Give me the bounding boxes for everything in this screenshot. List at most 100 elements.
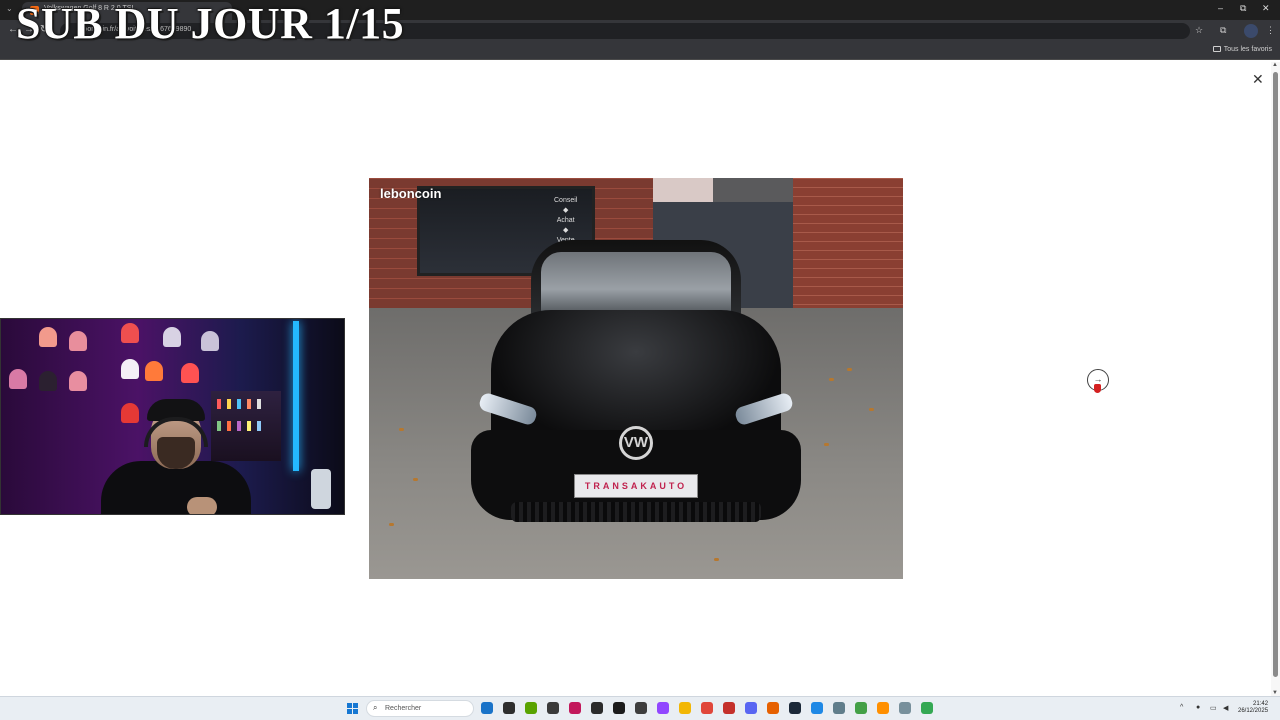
obs-icon[interactable]	[635, 702, 647, 714]
shelf-item	[227, 421, 231, 431]
folder-icon	[1212, 46, 1221, 53]
app-icon[interactable]	[855, 702, 867, 714]
cap	[121, 403, 139, 423]
cap	[39, 327, 57, 347]
chrome-icon[interactable]	[701, 702, 713, 714]
neon-light	[293, 321, 299, 471]
system-clock[interactable]: 21:42 26/12/2025	[1238, 701, 1268, 715]
cap	[121, 359, 139, 379]
windows-taskbar: ⌕ Rechercher ^ ● ▭ ◀ 21:42 26/12/2025	[0, 696, 1280, 720]
browser-menu-icon[interactable]: ⋮	[1266, 25, 1275, 36]
firefox-icon[interactable]	[767, 702, 779, 714]
shop-sign-line: Conseil	[554, 197, 578, 204]
leaf	[824, 443, 829, 446]
app-icon[interactable]	[811, 702, 823, 714]
cap	[145, 361, 163, 381]
app-icon[interactable]	[613, 702, 625, 714]
shelf-item	[237, 399, 241, 409]
affinity-icon[interactable]	[569, 702, 581, 714]
shop-sign: Conseil ◆ Achat ◆ Vente	[554, 196, 577, 246]
leaf	[389, 523, 394, 526]
search-icon: ⌕	[373, 703, 378, 712]
car-grille	[511, 502, 761, 522]
taskbar-search-placeholder: Rechercher	[385, 705, 422, 712]
shop-sign-line: Achat	[556, 217, 575, 224]
cap	[121, 323, 139, 343]
nvidia-icon[interactable]	[525, 702, 537, 714]
leaf	[413, 478, 418, 481]
scroll-thumb[interactable]	[1273, 72, 1278, 677]
scroll-up-icon[interactable]: ▲	[1272, 62, 1278, 68]
shelf-item	[237, 421, 241, 431]
discord-icon[interactable]	[745, 702, 757, 714]
dashboard-icon[interactable]	[591, 702, 603, 714]
shelf-item	[217, 399, 221, 409]
app-icon[interactable]	[877, 702, 889, 714]
tray-chevron-icon[interactable]: ^	[1180, 704, 1183, 711]
screen: ⌄ Volkswagen Golf 8 R 2.0 TSI – ⧉ ✕ ← → …	[0, 0, 1280, 720]
window-close-icon[interactable]: ✕	[1262, 3, 1270, 14]
twitch-icon[interactable]	[657, 702, 669, 714]
cap	[163, 327, 181, 347]
car: VW TRANSAKAUTO	[471, 240, 801, 540]
network-icon[interactable]: ▭	[1210, 704, 1217, 712]
steam-icon[interactable]	[789, 702, 801, 714]
shelf-item	[247, 399, 251, 409]
page-scrollbar[interactable]: ▲ ▼	[1271, 62, 1280, 696]
car-windshield	[541, 252, 731, 314]
minimize-icon[interactable]: –	[1218, 3, 1223, 13]
file-explorer-icon[interactable]	[481, 702, 493, 714]
app-icon[interactable]	[833, 702, 845, 714]
leaf	[829, 378, 834, 381]
plate-text: TRANSAKAUTO	[584, 481, 688, 491]
mouse-cursor-icon	[1094, 384, 1101, 393]
profile-avatar[interactable]	[1244, 24, 1258, 38]
stream-overlay-title: SUB DU JOUR 1/15	[16, 0, 405, 48]
app-icon[interactable]	[899, 702, 911, 714]
chrome-active-icon[interactable]	[921, 702, 933, 714]
bottle	[311, 469, 331, 509]
taskbar-search[interactable]: ⌕ Rechercher	[366, 700, 474, 717]
viewer-close-button[interactable]: ✕	[1252, 71, 1264, 88]
shelf-item	[247, 421, 251, 431]
photo-watermark: leboncoin	[380, 186, 442, 201]
all-bookmarks-button[interactable]: Tous les favoris	[1212, 46, 1272, 53]
shop-sign-line: ◆	[562, 207, 569, 214]
app-icon[interactable]	[723, 702, 735, 714]
cap	[201, 331, 219, 351]
start-button-icon[interactable]	[347, 703, 358, 714]
streamer-body	[101, 461, 251, 514]
cap	[39, 371, 57, 391]
clock-date: 26/12/2025	[1238, 708, 1269, 714]
microphone-icon[interactable]: ●	[1196, 704, 1200, 711]
volume-icon[interactable]: ◀	[1223, 704, 1228, 712]
license-plate: TRANSAKAUTO	[574, 474, 698, 498]
all-bookmarks-label: Tous les favoris	[1223, 46, 1272, 53]
extensions-icon[interactable]: ⧉	[1220, 25, 1226, 36]
collection-shelf	[211, 391, 281, 461]
cap	[69, 331, 87, 351]
shelf-item	[257, 421, 261, 431]
shelf-item	[257, 399, 261, 409]
clock-time: 21:42	[1253, 701, 1269, 707]
brick-wall-right	[793, 178, 903, 313]
leaf	[847, 368, 852, 371]
leaf	[399, 428, 404, 431]
settings-app-icon[interactable]	[503, 702, 515, 714]
streamer-hand	[187, 497, 217, 514]
cap	[181, 363, 199, 383]
vw-logo-icon: VW	[619, 426, 653, 460]
restore-icon[interactable]: ⧉	[1240, 3, 1246, 14]
listing-photo: Conseil ◆ Achat ◆ Vente VW TRANSAKAUTO	[369, 178, 903, 579]
app-icon[interactable]	[547, 702, 559, 714]
shelf-item	[217, 421, 221, 431]
sky	[653, 178, 713, 202]
leaf	[714, 558, 719, 561]
shelf-item	[227, 399, 231, 409]
leaf	[869, 408, 874, 411]
folder-icon[interactable]	[679, 702, 691, 714]
bookmark-star-icon[interactable]: ☆	[1195, 25, 1203, 36]
shop-sign-line: ◆	[562, 227, 569, 234]
tab-search-icon[interactable]: ⌄	[6, 4, 13, 13]
cap	[69, 371, 87, 391]
